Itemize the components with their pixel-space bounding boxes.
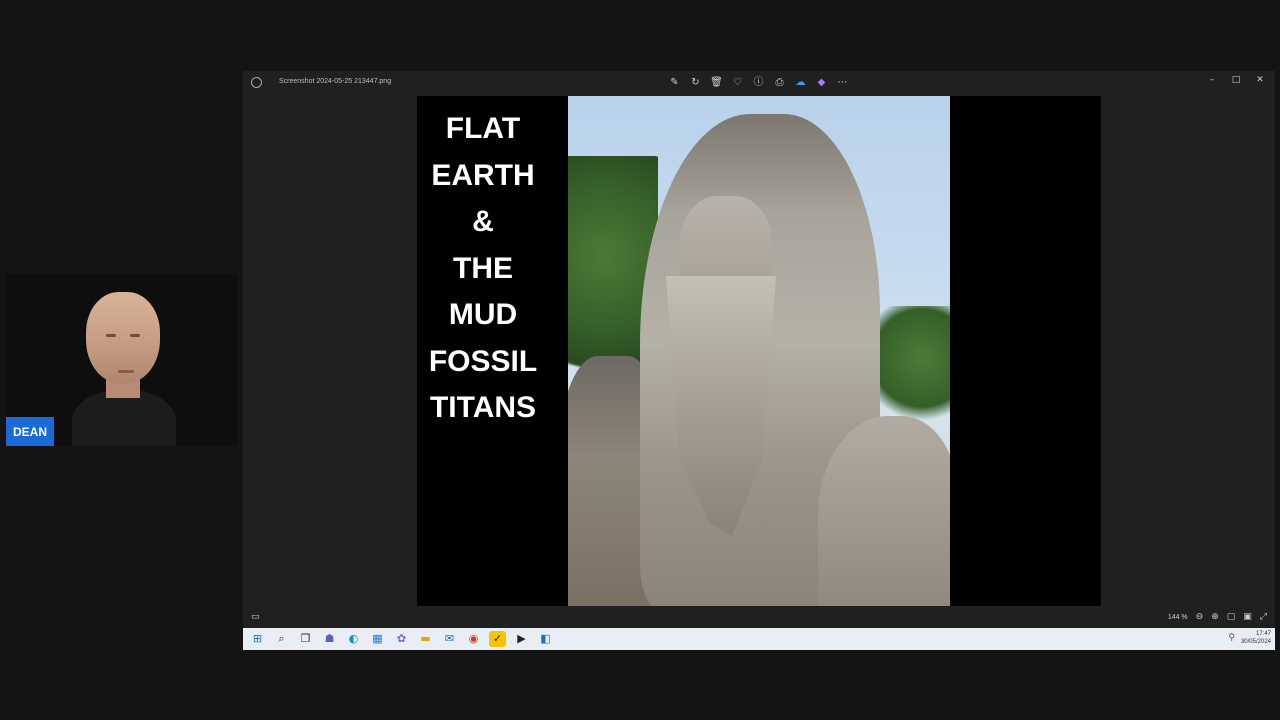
- file-title: Screenshot 2024-05-25 213447.png: [279, 78, 392, 85]
- photos-app-icon: [251, 77, 262, 88]
- maximize-icon[interactable]: □: [1229, 75, 1243, 85]
- zoom-out-icon[interactable]: ⊖: [1196, 612, 1204, 622]
- info-icon[interactable]: ⓘ: [751, 75, 766, 90]
- edge-icon[interactable]: ◐: [345, 631, 362, 647]
- window-titlebar: Screenshot 2024-05-25 213447.png ✎ ↻ 🗑 ♡…: [243, 71, 1275, 95]
- clock-date: 30/05/2024: [1240, 639, 1271, 645]
- rotate-icon[interactable]: ↻: [688, 75, 703, 90]
- norton-icon[interactable]: ✓: [489, 631, 506, 647]
- slide-title: FLAT EARTH & THE MUD FOSSIL TITANS: [417, 106, 549, 432]
- search-icon[interactable]: ⌕: [273, 631, 290, 647]
- file-explorer-icon[interactable]: ▬: [417, 631, 434, 647]
- slide-title-panel: FLAT EARTH & THE MUD FOSSIL TITANS: [417, 96, 568, 606]
- start-icon[interactable]: ⊞: [249, 631, 266, 647]
- media-player-icon[interactable]: ▶: [513, 631, 530, 647]
- app-icon[interactable]: ◧: [537, 631, 554, 647]
- zoom-controls: 144 % ⊖ ⊕ ▢ ▣ ⤢: [1168, 612, 1267, 622]
- delete-icon[interactable]: 🗑: [709, 75, 724, 90]
- system-tray: ⚲ 17:47 30/05/2024: [1228, 630, 1271, 646]
- viewer-bottom-bar: ▭ 144 % ⊖ ⊕ ▢ ▣ ⤢: [243, 609, 1275, 627]
- presenter-eye: [106, 334, 116, 337]
- zoom-in-icon[interactable]: ⊕: [1211, 612, 1219, 622]
- presenter-eye: [130, 334, 140, 337]
- onedrive-icon[interactable]: ☁: [793, 75, 808, 90]
- close-icon[interactable]: ✕: [1253, 75, 1267, 85]
- fit-icon[interactable]: ▢: [1227, 612, 1236, 622]
- image-border: [950, 96, 1101, 606]
- network-icon[interactable]: ⚲: [1228, 633, 1235, 643]
- presenter-torso: [72, 390, 176, 446]
- photos-window: Screenshot 2024-05-25 213447.png ✎ ↻ 🗑 ♡…: [243, 71, 1275, 650]
- image-canvas: FLAT EARTH & THE MUD FOSSIL TITANS: [417, 96, 1101, 606]
- edit-icon[interactable]: ✎: [667, 75, 682, 90]
- print-icon[interactable]: ⎙: [772, 75, 787, 90]
- store-icon[interactable]: ▦: [369, 631, 386, 647]
- zoom-level: 144 %: [1167, 613, 1188, 621]
- title-line: THE: [453, 251, 513, 285]
- more-icon[interactable]: ⋯: [835, 75, 850, 90]
- minimize-icon[interactable]: –: [1205, 75, 1219, 85]
- copilot-icon[interactable]: ✿: [393, 631, 410, 647]
- title-line: EARTH: [431, 158, 535, 192]
- title-line: TITANS: [429, 391, 537, 424]
- title-line: &: [472, 205, 494, 238]
- presenter-mouth: [118, 370, 134, 373]
- statue-arm: [818, 416, 950, 606]
- chrome-icon[interactable]: ◉: [465, 631, 482, 647]
- clock-time: 17:47: [1255, 631, 1271, 637]
- mail-icon[interactable]: ✉: [441, 631, 458, 647]
- title-line: FOSSIL: [428, 344, 538, 378]
- fullscreen-icon[interactable]: ⤢: [1260, 612, 1267, 622]
- title-line: FLAT: [445, 112, 521, 145]
- title-line: MUD: [448, 298, 518, 331]
- task-view-icon[interactable]: ❐: [297, 631, 314, 647]
- filmstrip-icon[interactable]: ▭: [251, 612, 260, 622]
- favorite-icon[interactable]: ♡: [730, 75, 745, 90]
- actual-size-icon[interactable]: ▣: [1243, 612, 1252, 622]
- image-toolbar: ✎ ↻ 🗑 ♡ ⓘ ⎙ ☁ ◆ ⋯: [667, 75, 850, 90]
- window-controls: – □ ✕: [1205, 75, 1267, 85]
- colossus-statue-photo: [568, 96, 950, 606]
- taskbar-apps: ⊞ ⌕ ❐ ☗ ◐ ▦ ✿ ▬ ✉ ◉ ✓ ▶ ◧: [249, 631, 554, 647]
- copilot-icon[interactable]: ◆: [814, 75, 829, 90]
- windows-taskbar: ⊞ ⌕ ❐ ☗ ◐ ▦ ✿ ▬ ✉ ◉ ✓ ▶ ◧ ⚲ 17:47 30/05/…: [243, 628, 1275, 650]
- teams-icon[interactable]: ☗: [321, 631, 338, 647]
- participant-name-tag: DEAN: [6, 417, 54, 446]
- taskbar-clock[interactable]: 17:47 30/05/2024: [1241, 630, 1271, 646]
